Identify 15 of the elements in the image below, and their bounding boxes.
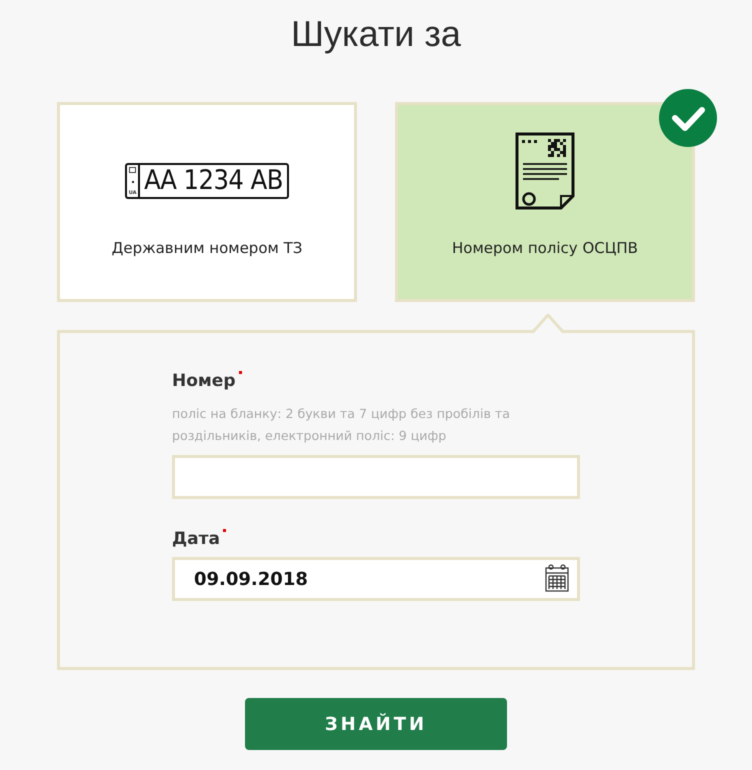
field-label: Дата	[172, 529, 220, 549]
option-label: Державним номером ТЗ	[112, 239, 302, 257]
check-icon	[659, 89, 717, 147]
page-title: Шукати за	[291, 12, 461, 56]
option-label: Номером полісу ОСЦПВ	[452, 239, 638, 257]
input-field[interactable]	[172, 455, 580, 499]
calendar-icon[interactable]	[545, 564, 569, 592]
date-field[interactable]: 09.09.2018	[172, 557, 580, 601]
flag-icon	[129, 167, 136, 173]
search-option-card[interactable]: Номером полісу ОСЦПВ	[395, 102, 695, 302]
plate-number: АА 1234 АВ	[143, 165, 284, 197]
field-label: Номер	[172, 371, 236, 391]
search-button[interactable]: ЗНАЙТИ	[245, 698, 507, 750]
document-icon	[515, 132, 575, 212]
field-hint: поліс на бланку: 2 букви та 7 цифр без пробілів та роздільників, електронний поліс: 9 цифр	[172, 405, 511, 445]
